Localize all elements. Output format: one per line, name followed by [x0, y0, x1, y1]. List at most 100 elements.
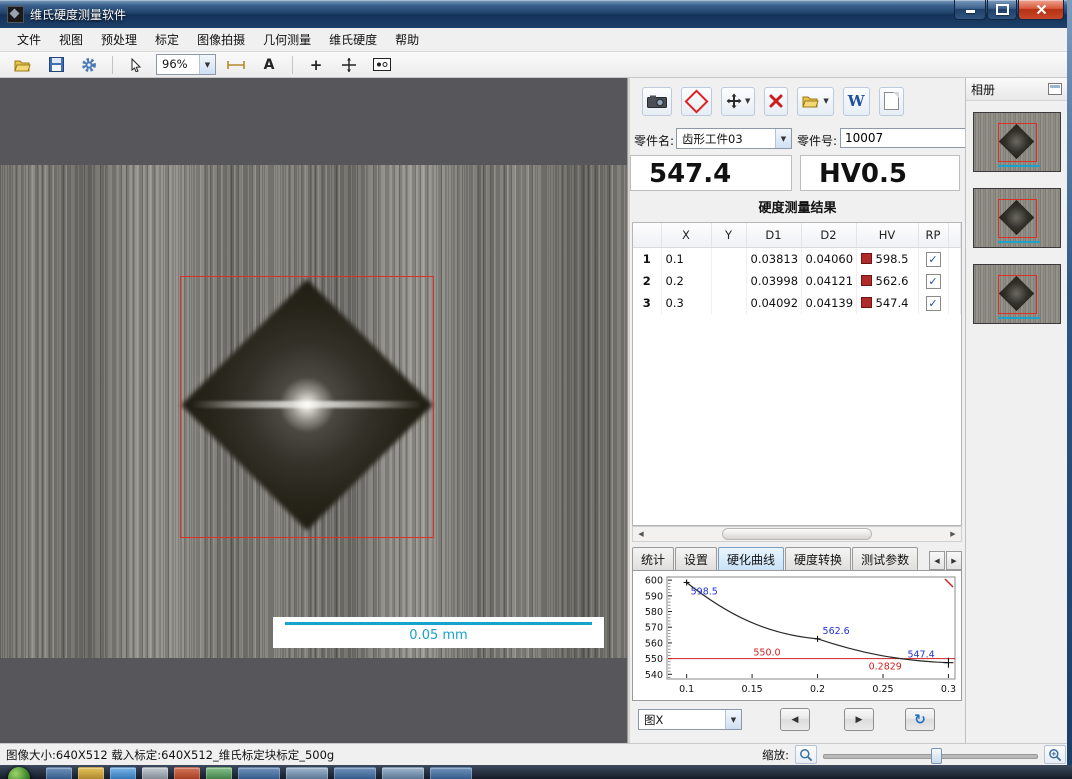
camera-button[interactable]: [642, 87, 672, 116]
album-title: 相册: [971, 81, 995, 98]
zoom-out-button[interactable]: [795, 745, 817, 764]
menu-geometry-measure[interactable]: 几何测量: [254, 28, 320, 51]
menu-image-capture[interactable]: 图像拍摄: [188, 28, 254, 51]
svg-text:580: 580: [645, 607, 663, 618]
scrollbar-track[interactable]: [649, 527, 945, 541]
crosshair-button[interactable]: [336, 53, 362, 76]
previous-chart-button[interactable]: ◀: [780, 708, 810, 731]
menu-preprocess[interactable]: 预处理: [92, 28, 146, 51]
zoom-in-button[interactable]: [1044, 745, 1066, 764]
chevron-down-icon[interactable]: ▼: [775, 129, 791, 148]
tab-settings[interactable]: 设置: [675, 547, 717, 570]
taskbar-item[interactable]: [286, 767, 328, 779]
chevron-down-icon[interactable]: ▼: [823, 97, 828, 105]
taskbar-item[interactable]: [46, 767, 72, 779]
new-report-button[interactable]: [879, 87, 904, 116]
measure-indent-button[interactable]: [681, 87, 712, 116]
thumbnail-selection-box: [998, 123, 1037, 162]
svg-text:600: 600: [645, 576, 663, 587]
open-folder-icon: [802, 94, 820, 108]
menu-vickers-hardness[interactable]: 维氏硬度: [320, 28, 386, 51]
taskbar-item[interactable]: [238, 767, 280, 779]
chevron-down-icon[interactable]: ▼: [199, 55, 215, 74]
zoom-slider-thumb[interactable]: [931, 748, 942, 764]
hv-flag-icon: [861, 275, 872, 286]
taskbar-item[interactable]: [78, 767, 104, 779]
rp-checkbox[interactable]: ✓: [926, 274, 941, 289]
close-button[interactable]: [1018, 0, 1064, 20]
measurement-selection-box[interactable]: [180, 276, 434, 538]
chevron-down-icon[interactable]: ▼: [745, 97, 750, 105]
result-row-2[interactable]: 2 0.2 0.03998 0.04121 562.6 ✓: [633, 270, 961, 292]
result-row-3[interactable]: 3 0.3 0.04092 0.04139 547.4 ✓: [633, 292, 961, 314]
menu-view[interactable]: 视图: [50, 28, 92, 51]
part-no-input[interactable]: [840, 128, 968, 148]
album-thumbnail-3[interactable]: [973, 264, 1061, 324]
col-header-x[interactable]: X: [661, 223, 711, 248]
annotate-text-button[interactable]: A: [256, 53, 282, 76]
open-result-button[interactable]: ▼: [797, 87, 833, 116]
delete-result-button[interactable]: [764, 87, 788, 116]
start-button[interactable]: [8, 767, 30, 779]
scale-bar: 0.05 mm: [273, 617, 604, 648]
scrollbar-thumb[interactable]: [722, 528, 872, 540]
tab-scroll-right-icon[interactable]: ▶: [946, 551, 962, 570]
measure-length-button[interactable]: [223, 53, 249, 76]
select-cursor-button[interactable]: [123, 53, 149, 76]
tab-hardening-curve[interactable]: 硬化曲线: [718, 547, 784, 570]
menu-help[interactable]: 帮助: [386, 28, 428, 51]
result-row-1[interactable]: 1 0.1 0.03813 0.04060 598.5 ✓: [633, 248, 961, 271]
col-header-index[interactable]: [633, 223, 661, 248]
col-header-hv[interactable]: HV: [856, 223, 918, 248]
tab-test-parameters[interactable]: 测试参数: [852, 547, 918, 570]
taskbar-item[interactable]: [110, 767, 136, 779]
col-header-y[interactable]: Y: [711, 223, 746, 248]
cell-hv: 547.4: [856, 292, 918, 314]
tab-scroll-left-icon[interactable]: ◀: [929, 551, 945, 570]
scroll-left-icon[interactable]: ◀: [633, 527, 649, 541]
taskbar-item[interactable]: [174, 767, 200, 779]
save-button[interactable]: [43, 53, 69, 76]
row-index: 2: [633, 270, 661, 292]
taskbar-item[interactable]: [430, 767, 472, 779]
rp-checkbox[interactable]: ✓: [926, 252, 941, 267]
refresh-chart-button[interactable]: ↻: [905, 708, 935, 731]
microscope-image[interactable]: 0.05 mm: [0, 165, 627, 658]
part-name-select[interactable]: 齿形工件03 ▼: [676, 128, 792, 149]
taskbar-item[interactable]: [142, 767, 168, 779]
main-content: 0.05 mm ▼ ▼ W: [0, 78, 1072, 743]
results-table[interactable]: X Y D1 D2 HV RP 1 0.1 0.03813: [632, 222, 962, 526]
album-thumbnail-1[interactable]: [973, 112, 1061, 172]
move-stage-button[interactable]: ▼: [721, 87, 755, 116]
chart-select[interactable]: 图X ▼: [638, 709, 742, 730]
col-header-rp[interactable]: RP: [918, 223, 948, 248]
next-chart-button[interactable]: ▶: [844, 708, 874, 731]
table-horizontal-scrollbar[interactable]: ◀ ▶: [632, 526, 962, 542]
chevron-down-icon[interactable]: ▼: [725, 710, 741, 729]
maximize-button[interactable]: [987, 0, 1017, 20]
menu-calibration[interactable]: 标定: [146, 28, 188, 51]
taskbar-item[interactable]: [206, 767, 232, 779]
col-header-d2[interactable]: D2: [801, 223, 856, 248]
image-viewport[interactable]: 0.05 mm: [0, 78, 627, 743]
capture-frame-button[interactable]: [369, 53, 395, 76]
taskbar-item[interactable]: [382, 767, 424, 779]
taskbar-item[interactable]: [334, 767, 376, 779]
minimize-button[interactable]: [954, 0, 986, 20]
tab-hardness-conversion[interactable]: 硬度转换: [785, 547, 851, 570]
add-point-button[interactable]: +: [303, 53, 329, 76]
export-word-button[interactable]: W: [843, 87, 870, 116]
windows-taskbar[interactable]: [0, 765, 1072, 779]
col-header-d1[interactable]: D1: [746, 223, 801, 248]
album-pin-icon[interactable]: [1048, 83, 1062, 95]
open-button[interactable]: [10, 53, 36, 76]
scroll-right-icon[interactable]: ▶: [945, 527, 961, 541]
rp-checkbox[interactable]: ✓: [926, 296, 941, 311]
settings-button[interactable]: [76, 53, 102, 76]
tab-statistics[interactable]: 统计: [632, 547, 674, 570]
album-thumbnail-2[interactable]: [973, 188, 1061, 248]
zoom-slider[interactable]: [823, 747, 1038, 763]
thumbnail-selection-box: [998, 199, 1037, 238]
zoom-select[interactable]: 96% ▼: [156, 54, 216, 75]
menu-file[interactable]: 文件: [8, 28, 50, 51]
